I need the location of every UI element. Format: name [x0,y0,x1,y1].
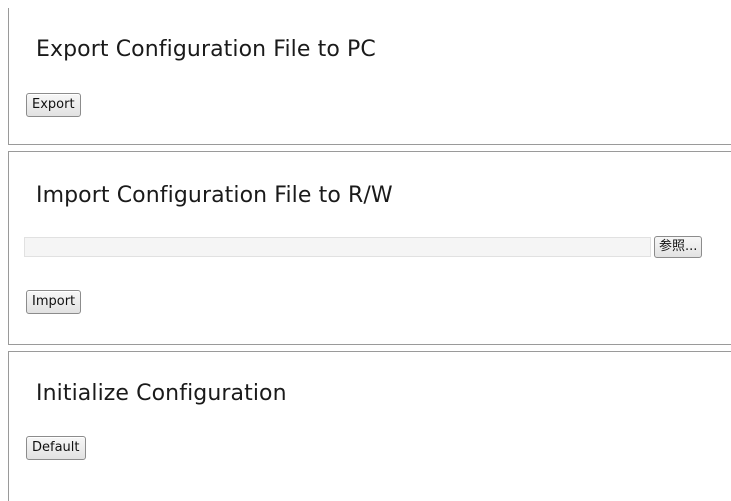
import-config-panel: Import Configuration File to R/W 参照... I… [8,151,731,345]
export-config-panel: Export Configuration File to PC Export [8,8,731,145]
import-button[interactable]: Import [26,290,82,314]
initialize-config-heading: Initialize Configuration [36,381,287,406]
export-config-heading: Export Configuration File to PC [36,37,376,62]
default-button[interactable]: Default [26,436,86,460]
export-button[interactable]: Export [26,93,81,117]
initialize-config-panel: Initialize Configuration Default [8,351,731,501]
file-chooser: 参照... [24,236,728,260]
browse-button[interactable]: 参照... [654,236,703,258]
import-config-heading: Import Configuration File to R/W [36,183,393,208]
file-path-input[interactable] [24,237,651,257]
